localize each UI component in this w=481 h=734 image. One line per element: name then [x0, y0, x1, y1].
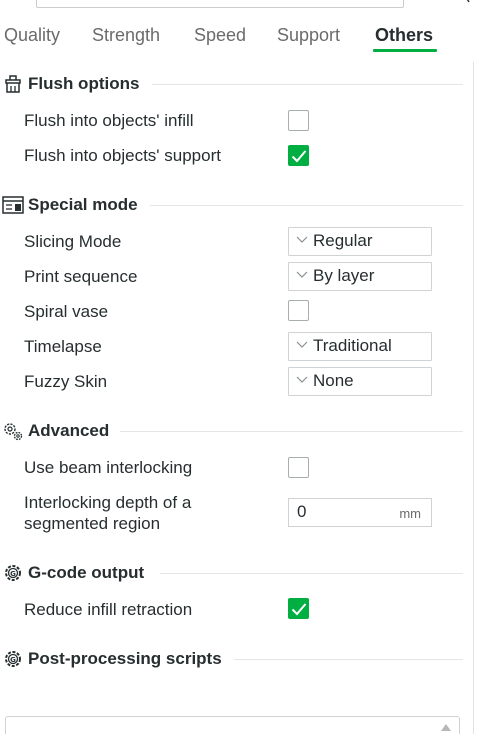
- flush-infill-label: Flush into objects' infill: [24, 111, 194, 130]
- spiral-vase-label: Spiral vase: [24, 302, 109, 321]
- section-divider: [120, 431, 463, 432]
- special-mode-icon: [2, 194, 24, 216]
- settings-tabs: Quality Strength Speed Support Others: [0, 22, 481, 54]
- search-icon[interactable]: [459, 0, 475, 4]
- svg-text:G: G: [10, 656, 16, 664]
- post-processing-scripts-input[interactable]: [5, 716, 460, 734]
- gear-icon: G: [2, 648, 24, 670]
- reduce-retraction-label: Reduce infill retraction: [24, 600, 193, 619]
- select-value: Traditional: [313, 336, 392, 355]
- reduce-retraction-checkbox[interactable]: [288, 598, 309, 619]
- check-icon: [291, 603, 307, 616]
- section-divider: [160, 573, 463, 574]
- tab-speed[interactable]: Speed: [194, 25, 246, 46]
- section-divider: [152, 84, 463, 85]
- section-divider: [234, 659, 463, 660]
- section-gcode-output: G G-code output: [0, 560, 144, 586]
- chevron-down-icon: [296, 271, 308, 278]
- scroll-up-arrow-icon[interactable]: [440, 722, 452, 732]
- toolbar-icon[interactable]: [420, 0, 438, 4]
- section-title: Flush options: [28, 74, 140, 93]
- beam-interlocking-checkbox[interactable]: [288, 457, 309, 478]
- section-title: Advanced: [28, 421, 110, 440]
- fuzzy-skin-label: Fuzzy Skin: [24, 372, 108, 391]
- unit-label: mm: [399, 506, 421, 521]
- section-flush-options: Flush options: [0, 71, 139, 97]
- process-settings-panel: Quality Strength Speed Support Others Fl…: [0, 0, 481, 734]
- chevron-down-icon: [296, 236, 308, 243]
- section-advanced: Advanced: [0, 418, 109, 444]
- tab-others[interactable]: Others: [375, 25, 433, 46]
- select-value: Regular: [313, 231, 373, 250]
- section-title: Special mode: [28, 195, 138, 214]
- active-tab-indicator: [373, 49, 437, 52]
- beam-interlocking-label: Use beam interlocking: [24, 458, 193, 477]
- section-divider: [150, 205, 463, 206]
- interlocking-depth-label-line1: Interlocking depth of a: [24, 493, 192, 512]
- check-icon: [291, 150, 307, 163]
- search-field[interactable]: [36, 0, 404, 8]
- print-sequence-label: Print sequence: [24, 267, 138, 286]
- interlocking-depth-label-line2: segmented region: [24, 514, 161, 533]
- chevron-down-icon: [296, 341, 308, 348]
- chevron-down-icon: [296, 376, 308, 383]
- section-special-mode: Special mode: [0, 192, 138, 218]
- spiral-vase-checkbox[interactable]: [288, 300, 309, 321]
- gears-icon: [2, 420, 24, 442]
- section-title: Post-processing scripts: [28, 649, 222, 668]
- input-value: 0: [297, 502, 307, 521]
- flush-infill-checkbox[interactable]: [288, 110, 309, 131]
- timelapse-select[interactable]: Traditional: [288, 332, 432, 361]
- gear-icon: G: [2, 562, 24, 584]
- flush-support-label: Flush into objects' support: [24, 146, 221, 165]
- slicing-mode-select[interactable]: Regular: [288, 227, 432, 256]
- tab-support[interactable]: Support: [277, 25, 340, 46]
- select-value: By layer: [313, 266, 375, 285]
- scrollbar-track[interactable]: [473, 62, 474, 734]
- interlocking-depth-input[interactable]: 0 mm: [288, 498, 432, 527]
- brush-icon: [2, 73, 24, 95]
- timelapse-label: Timelapse: [24, 337, 102, 356]
- select-value: None: [313, 371, 354, 390]
- flush-support-checkbox[interactable]: [288, 145, 309, 166]
- print-sequence-select[interactable]: By layer: [288, 262, 432, 291]
- section-post-processing: G Post-processing scripts: [0, 646, 222, 672]
- fuzzy-skin-select[interactable]: None: [288, 367, 432, 396]
- tab-quality[interactable]: Quality: [4, 25, 60, 46]
- slicing-mode-label: Slicing Mode: [24, 232, 122, 251]
- tab-strength[interactable]: Strength: [92, 25, 160, 46]
- svg-text:G: G: [10, 570, 16, 578]
- section-title: G-code output: [28, 563, 145, 582]
